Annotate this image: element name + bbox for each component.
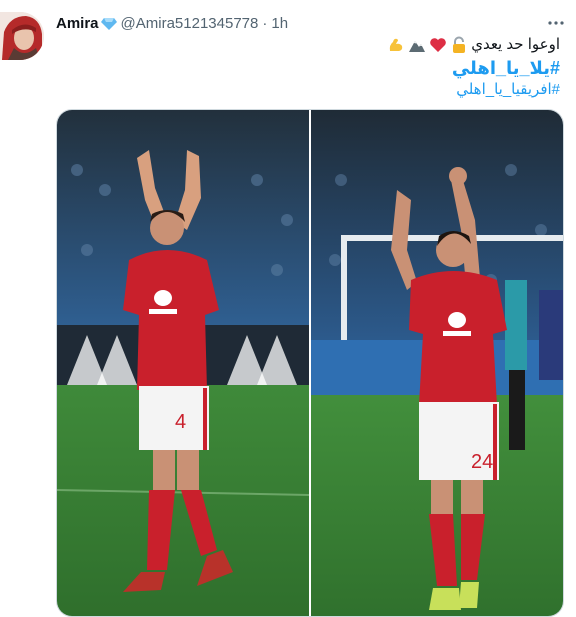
user-handle[interactable]: @Amira5121345778 [121,15,259,32]
hashtag-link[interactable]: #يلا_يا_اهلي [60,56,560,80]
tweet-header: Amira @Amira5121345778 · 1h [56,13,566,33]
lock-icon [450,36,468,54]
avatar[interactable] [0,12,44,60]
player-photo[interactable]: 4 [57,110,310,616]
more-horizontal-icon[interactable] [546,13,566,33]
tweet-media[interactable]: 4 24 [56,109,564,617]
display-name[interactable]: Amira [56,15,99,32]
mountain-icon [408,36,426,54]
player-photo[interactable]: 24 [311,110,563,616]
svg-text:4: 4 [175,411,186,433]
hashtag-link[interactable]: #افريقيا_يا_اهلي [60,80,560,100]
separator-dot: · [262,14,268,32]
tweet-text-content: اوعوا حد يعدي [471,36,560,53]
timestamp[interactable]: 1h [271,15,288,32]
flexed-biceps-icon [387,36,405,54]
blue-diamond-icon [100,15,117,31]
red-heart-icon [429,36,447,54]
tweet[interactable]: Amira @Amira5121345778 · 1h اوعوا حد يعد… [0,0,576,617]
svg-text:24: 24 [471,451,493,473]
tweet-text-line: اوعوا حد يعدي [60,34,560,56]
tweet-text: اوعوا حد يعدي #يلا_يا_اهلي #افريقيا_يا_ا… [60,34,560,100]
